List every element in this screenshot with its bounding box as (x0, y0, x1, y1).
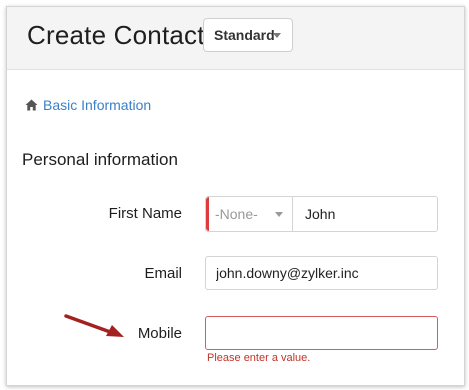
create-contact-form: Create Contact Standard Basic Informatio… (6, 6, 465, 386)
first-name-label: First Name (108, 205, 182, 222)
annotation-arrow-icon (64, 314, 124, 337)
section-heading: Personal information (22, 150, 178, 169)
email-label: Email (144, 265, 182, 282)
page-header: Create Contact Standard (7, 7, 464, 70)
layout-select-value: Standard (214, 27, 275, 43)
page-title: Create Contact (27, 20, 205, 50)
basic-information-label: Basic Information (43, 97, 152, 113)
basic-information-link[interactable]: Basic Information (25, 97, 151, 113)
first-name-group: -None- John (205, 196, 438, 232)
email-input[interactable] (205, 256, 438, 290)
mobile-label: Mobile (137, 325, 182, 342)
home-icon (25, 99, 38, 111)
mobile-error-message: Please enter a value. (207, 352, 311, 364)
layout-select[interactable]: Standard (203, 18, 293, 52)
salutation-select[interactable]: -None- (209, 197, 293, 231)
first-name-input[interactable]: John (293, 197, 437, 231)
chevron-down-icon (275, 212, 283, 217)
chevron-down-icon (273, 33, 281, 38)
mobile-input[interactable] (205, 316, 438, 350)
salutation-value: -None- (215, 206, 258, 222)
